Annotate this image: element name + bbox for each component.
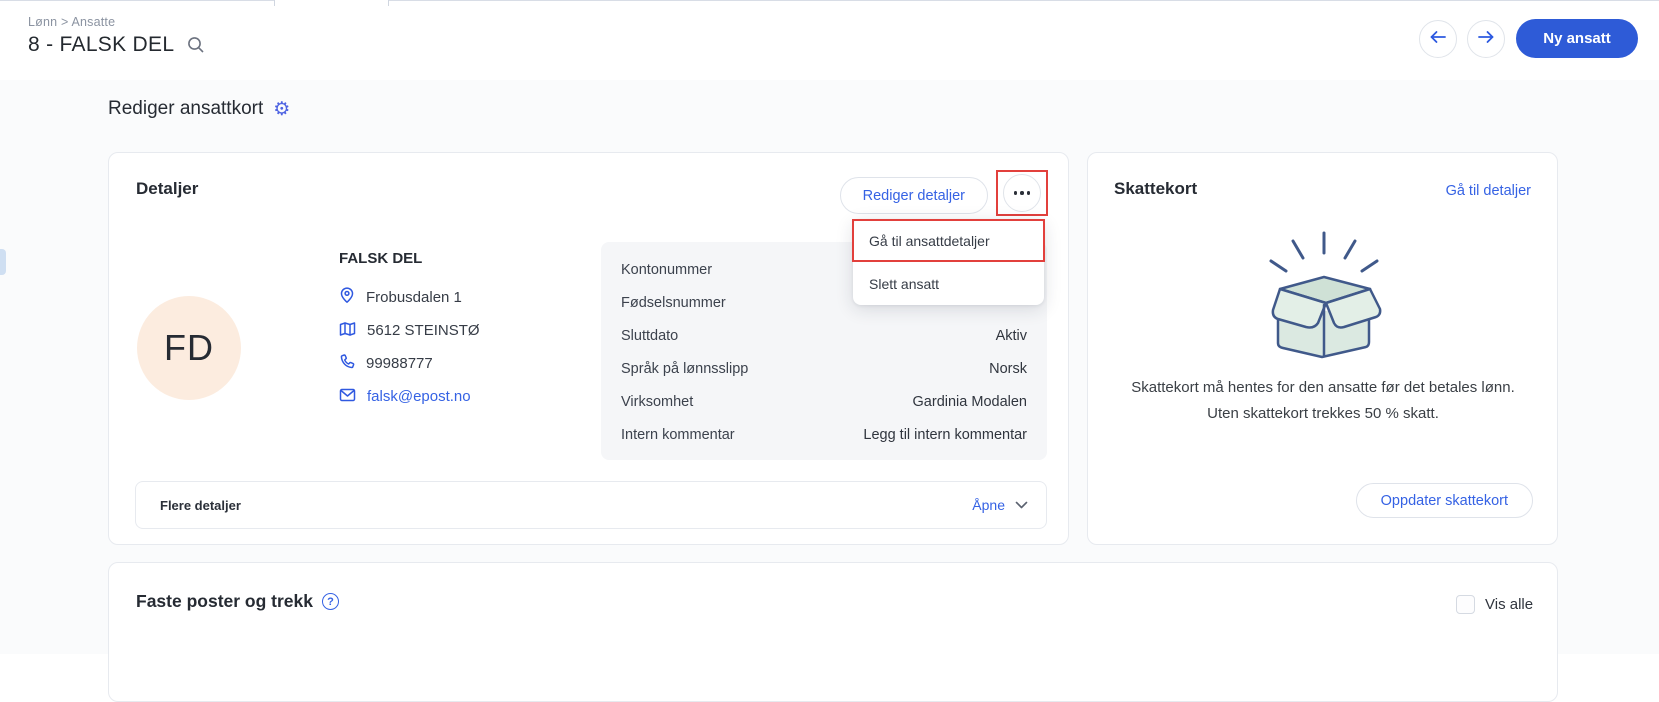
top-border-left [0,0,275,1]
section-title: Rediger ansattkort [108,98,263,120]
tax-card: Skattekort Gå til detaljer [1087,152,1558,545]
avatar: FD [137,296,241,400]
field-row-sluttdato: Sluttdato Aktiv [621,319,1027,352]
show-all-checkbox[interactable] [1456,595,1475,614]
employee-name: FALSK DEL [339,250,480,267]
fixed-posts-title: Faste poster og trekk [136,591,313,612]
tax-card-title: Skattekort [1114,179,1197,199]
breadcrumb: Lønn > Ansatte [28,15,115,29]
new-employee-button[interactable]: Ny ansatt [1516,19,1638,58]
main-area: Rediger ansattkort ⚙ Detaljer Rediger de… [0,80,1659,654]
address-text: Frobusdalen 1 [366,289,462,306]
field-value: Norsk [989,361,1027,377]
ellipsis-icon [1014,191,1031,195]
field-label: Intern kommentar [621,427,735,443]
details-card-title: Detaljer [136,179,198,199]
field-row-intern-kommentar: Intern kommentar Legg til intern komment… [621,418,1027,451]
field-label: Virksomhet [621,394,693,410]
tax-description: Skattekort må hentes for den ansatte før… [1123,375,1523,427]
field-value: Aktiv [996,328,1027,344]
update-tax-card-button[interactable]: Oppdater skattekort [1356,483,1533,518]
tax-details-link[interactable]: Gå til detaljer [1446,183,1531,199]
add-internal-comment-link[interactable]: Legg til intern kommentar [863,427,1027,443]
field-value: Gardinia Modalen [913,394,1027,410]
field-label: Fødselsnummer [621,295,726,311]
email-link[interactable]: falsk@epost.no [367,388,471,405]
field-label: Språk på lønnsslipp [621,361,748,377]
phone-icon [339,354,355,374]
contact-row-postal: 5612 STEINSTØ [339,314,480,347]
breadcrumb-ansatte[interactable]: Ansatte [71,15,115,29]
contact-row-address: Frobusdalen 1 [339,281,480,314]
field-row-virksomhet: Virksomhet Gardinia Modalen [621,385,1027,418]
field-label: Sluttdato [621,328,678,344]
email-icon [339,388,356,406]
open-box-illustration [1238,227,1408,364]
gear-icon[interactable]: ⚙ [273,100,290,119]
details-card: Detaljer Rediger detaljer Gå til ansattd… [108,152,1069,545]
breadcrumb-lonn[interactable]: Lønn [28,15,57,29]
field-label: Kontonummer [621,262,712,278]
edit-details-button[interactable]: Rediger detaljer [840,177,988,214]
contact-row-email: falsk@epost.no [339,380,480,413]
help-icon[interactable]: ? [322,593,339,610]
breadcrumb-separator: > [61,15,69,29]
arrow-left-icon [1429,30,1447,49]
postal-text: 5612 STEINSTØ [367,322,480,339]
tab-corner-left [274,0,275,6]
map-icon [339,321,356,341]
more-details-bar[interactable]: Flere detaljer Åpne [135,481,1047,529]
sidebar-edge [0,249,6,275]
chevron-down-icon [1015,496,1028,514]
more-options-menu: Gå til ansattdetaljer Slett ansatt [853,219,1044,305]
prev-employee-button[interactable] [1419,20,1457,58]
show-all-label[interactable]: Vis alle [1485,596,1533,613]
more-details-label: Flere detaljer [160,498,241,513]
open-link[interactable]: Åpne [972,497,1005,513]
menu-item-go-to-employee-details[interactable]: Gå til ansattdetaljer [853,219,1044,262]
more-options-button[interactable] [1003,174,1041,212]
top-border-right [388,0,1659,1]
search-icon[interactable] [186,35,206,55]
phone-text: 99988777 [366,355,433,372]
page-title: 8 - FALSK DEL [28,33,174,57]
tab-corner-right [388,0,389,6]
top-header: Lønn > Ansatte 8 - FALSK DEL N [0,0,1659,80]
menu-item-delete-employee[interactable]: Slett ansatt [853,262,1044,305]
next-employee-button[interactable] [1467,20,1505,58]
location-pin-icon [339,287,355,308]
fixed-posts-card: Faste poster og trekk ? Vis alle [108,562,1558,702]
arrow-right-icon [1477,30,1495,49]
contact-row-phone: 99988777 [339,347,480,380]
field-row-sprak: Språk på lønnsslipp Norsk [621,352,1027,385]
annotation-box-more-button [996,170,1048,216]
